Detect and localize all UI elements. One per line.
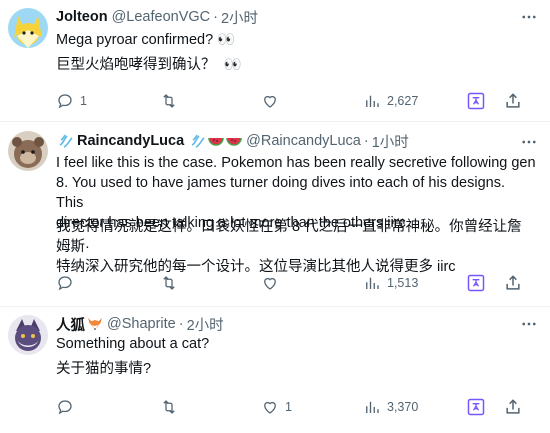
views-count: 1,513 bbox=[387, 276, 419, 290]
water-emoji-icon bbox=[191, 134, 205, 148]
separator-dot: · bbox=[363, 133, 369, 149]
views-icon bbox=[366, 401, 379, 413]
share-icon[interactable] bbox=[503, 91, 523, 111]
like-button[interactable] bbox=[261, 273, 285, 293]
more-icon[interactable] bbox=[520, 133, 538, 151]
share-icon[interactable] bbox=[503, 273, 523, 293]
retweet-button[interactable] bbox=[160, 397, 184, 417]
timestamp[interactable]: 2小时 bbox=[221, 7, 258, 28]
tweet-text-translation: 我觉得情况就是这样。口袋妖怪在第 8 代之后一直非常神秘。你曾经让詹姆斯· 特纳… bbox=[56, 219, 522, 275]
more-icon[interactable] bbox=[520, 315, 538, 333]
retweet-button[interactable] bbox=[160, 91, 184, 111]
separator-dot: · bbox=[178, 316, 184, 332]
reply-button[interactable] bbox=[56, 273, 80, 293]
reply-icon bbox=[58, 400, 72, 415]
author-name[interactable]: 人狐 bbox=[56, 314, 85, 335]
separator-dot: · bbox=[213, 9, 218, 25]
tweet-2[interactable]: RaincandyLuca @RaincandyLuca · 1小时 I fee… bbox=[0, 122, 550, 306]
views-count: 3,370 bbox=[387, 400, 419, 414]
avatar[interactable] bbox=[8, 8, 48, 48]
views-button[interactable]: 3,370 bbox=[363, 397, 418, 417]
watermelon-emoji-icon bbox=[208, 137, 224, 146]
watermelon-emoji-icon bbox=[226, 137, 242, 146]
share-icon[interactable] bbox=[503, 397, 523, 417]
translate-icon[interactable] bbox=[466, 273, 486, 293]
views-button[interactable]: 2,627 bbox=[363, 91, 418, 111]
retweet-button[interactable] bbox=[160, 273, 184, 293]
translate-icon[interactable] bbox=[466, 91, 486, 111]
timestamp[interactable]: 2小时 bbox=[187, 314, 224, 335]
views-button[interactable]: 1,513 bbox=[363, 273, 418, 293]
tweet-3[interactable]: 人狐 @Shaprite · 2小时 Something about a cat… bbox=[0, 307, 550, 433]
translate-icon[interactable] bbox=[466, 397, 486, 417]
like-button[interactable] bbox=[261, 91, 285, 111]
tweet-text-translation: 巨型火焰咆哮得到确认？ 👀 bbox=[56, 57, 242, 73]
like-count: 1 bbox=[285, 400, 292, 414]
reply-icon bbox=[58, 276, 72, 291]
fox-emoji-icon bbox=[88, 318, 102, 330]
author-handle[interactable]: @RaincandyLuca bbox=[246, 133, 361, 149]
water-emoji-icon bbox=[59, 134, 73, 148]
like-icon bbox=[264, 95, 276, 108]
tweet-header: RaincandyLuca @RaincandyLuca · 1小时 bbox=[56, 131, 409, 151]
avatar[interactable] bbox=[8, 131, 48, 171]
views-count: 2,627 bbox=[387, 94, 419, 108]
reply-button[interactable] bbox=[56, 397, 80, 417]
avatar[interactable] bbox=[8, 315, 48, 355]
views-icon bbox=[366, 95, 379, 107]
tweet-1[interactable]: Jolteon @LeafeonVGC · 2小时 Mega pyroar co… bbox=[0, 0, 550, 121]
like-button[interactable]: 1 bbox=[261, 397, 292, 417]
tweet-text-original: Mega pyroar confirmed? 👀 bbox=[56, 32, 236, 48]
more-icon[interactable] bbox=[520, 8, 538, 26]
action-bar: 1 2,627 bbox=[56, 91, 536, 111]
author-name[interactable]: Jolteon bbox=[56, 9, 108, 25]
tweet-text-original: Something about a cat? bbox=[56, 336, 210, 352]
tweet-text-translation: 关于猫的事情? bbox=[56, 361, 152, 377]
tweet-header: 人狐 @Shaprite · 2小时 bbox=[56, 314, 224, 334]
retweet-icon bbox=[163, 276, 175, 290]
jolteon-avatar-icon bbox=[8, 8, 48, 48]
tweet-header: Jolteon @LeafeonVGC · 2小时 bbox=[56, 7, 258, 27]
action-bar: 1 3,370 bbox=[56, 397, 536, 417]
timestamp[interactable]: 1小时 bbox=[372, 131, 409, 152]
retweet-icon bbox=[163, 400, 175, 414]
action-bar: 1,513 bbox=[56, 273, 536, 293]
raincandy-avatar-icon bbox=[8, 131, 48, 171]
reply-icon bbox=[58, 94, 72, 109]
reply-button[interactable]: 1 bbox=[56, 91, 87, 111]
like-icon bbox=[264, 277, 276, 290]
retweet-icon bbox=[163, 94, 175, 108]
reply-count: 1 bbox=[80, 94, 87, 108]
author-name[interactable]: RaincandyLuca bbox=[77, 133, 184, 149]
author-handle[interactable]: @Shaprite bbox=[107, 316, 176, 332]
shaprite-avatar-icon bbox=[8, 315, 48, 355]
like-icon bbox=[264, 401, 276, 414]
author-handle[interactable]: @LeafeonVGC bbox=[112, 9, 211, 25]
views-icon bbox=[366, 277, 379, 289]
